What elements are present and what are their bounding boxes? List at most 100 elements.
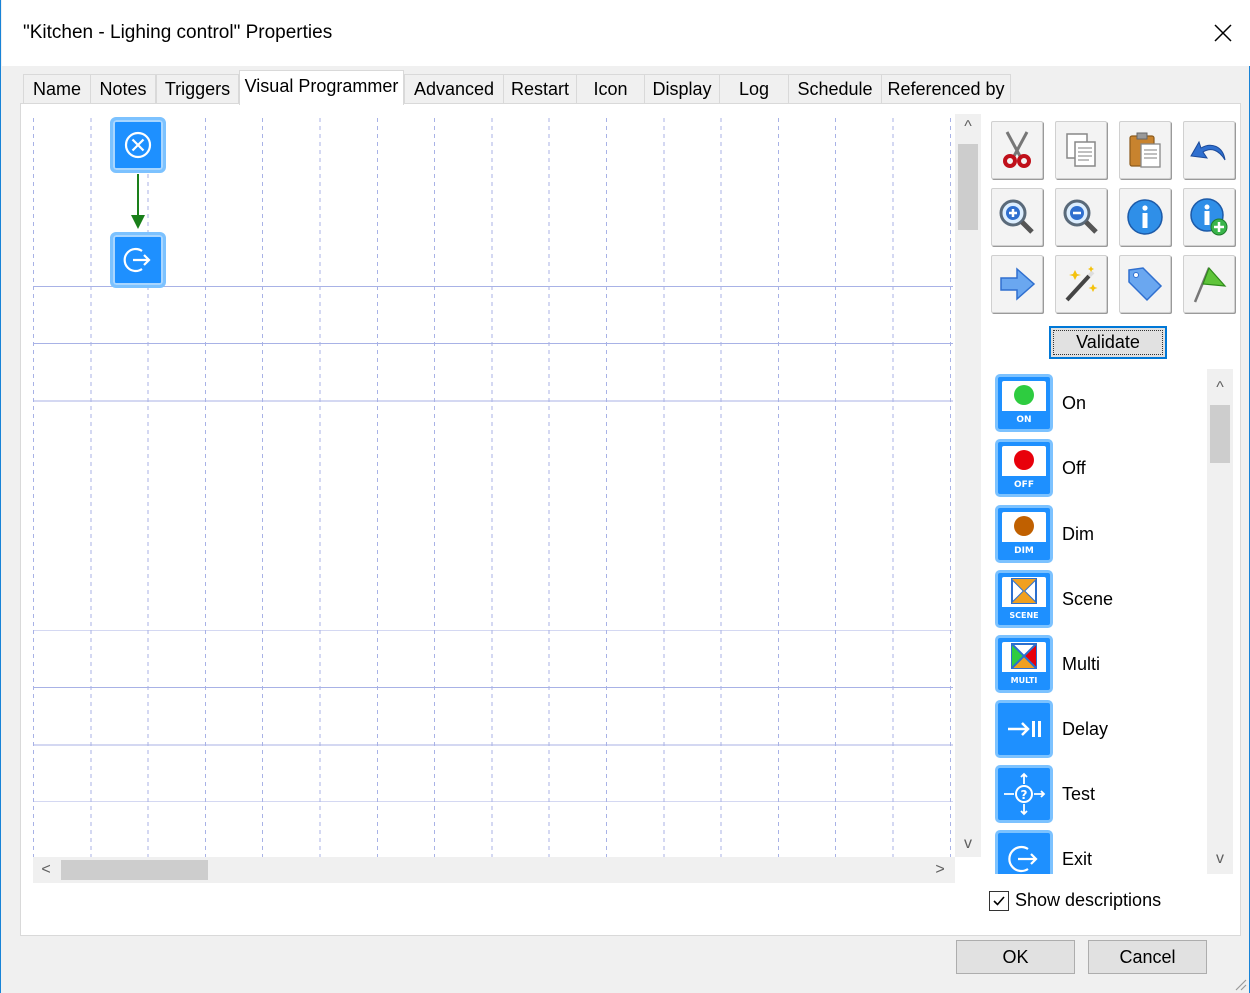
palette-item-dim[interactable]: DIM Dim	[995, 505, 1205, 565]
zoom-in-button[interactable]	[991, 188, 1043, 246]
palette-item-scene[interactable]: SCENE Scene	[995, 570, 1205, 630]
scroll-down-icon[interactable]: v	[955, 831, 981, 857]
scene-icon: SCENE	[995, 570, 1053, 628]
palette-vertical-scrollbar[interactable]: ^ v	[1207, 369, 1233, 874]
tab-label: Schedule	[797, 79, 873, 99]
test-graphic: ?	[1004, 772, 1046, 816]
scroll-down-icon[interactable]: v	[1207, 846, 1233, 872]
resize-grip-icon[interactable]	[1233, 977, 1247, 991]
show-descriptions-checkbox[interactable]: Show descriptions	[989, 890, 1161, 911]
palette-item-label: On	[1062, 393, 1087, 413]
tab-label: Name	[32, 79, 81, 99]
scroll-thumb[interactable]	[61, 860, 208, 880]
scroll-left-icon[interactable]: <	[33, 857, 59, 883]
bulb-graphic: DIM	[1002, 516, 1046, 556]
info-icon	[1127, 199, 1163, 235]
palette-item-off[interactable]: OFF Off	[995, 439, 1205, 499]
bulb-graphic: ON	[1002, 385, 1046, 425]
tab-label: Restart	[510, 79, 570, 99]
palette-item-test[interactable]: ? Test	[995, 765, 1205, 825]
tab-advanced[interactable]: Advanced	[404, 74, 504, 104]
cancel-button[interactable]: Cancel	[1088, 940, 1207, 974]
on-bulb-icon: ON	[995, 374, 1053, 432]
zoom-out-button[interactable]	[1055, 188, 1107, 246]
exit-node[interactable]	[110, 232, 166, 288]
tab-label: Display	[652, 79, 712, 99]
start-node[interactable]	[110, 117, 166, 173]
cut-button[interactable]	[991, 121, 1043, 179]
tab-schedule[interactable]: Schedule	[788, 74, 882, 104]
badge-text: ON	[1016, 415, 1031, 425]
palette-item-label: Exit	[1062, 849, 1093, 869]
validate-button[interactable]: Validate	[1049, 326, 1167, 359]
tab-label: Triggers	[164, 79, 231, 99]
paste-button[interactable]	[1119, 121, 1171, 179]
tab-notes[interactable]: Notes	[90, 74, 156, 104]
tab-label: Referenced by	[887, 79, 1005, 99]
badge-text: SCENE	[1009, 611, 1038, 620]
arrow-button[interactable]	[991, 255, 1043, 313]
tab-label: Advanced	[413, 79, 495, 99]
palette-item-multi[interactable]: MULTI Multi	[995, 635, 1205, 695]
info-add-button[interactable]	[1183, 188, 1235, 246]
program-canvas[interactable]	[33, 114, 953, 857]
info-button[interactable]	[1119, 188, 1171, 246]
exit-graphic	[1008, 845, 1038, 873]
tab-display[interactable]: Display	[644, 74, 720, 104]
palette-item-label: Dim	[1062, 524, 1094, 544]
test-icon: ?	[995, 765, 1053, 823]
undo-icon	[1190, 140, 1226, 161]
scroll-up-icon[interactable]: ^	[1207, 375, 1233, 401]
tag-button[interactable]	[1119, 255, 1171, 313]
multi-graphic: MULTI	[1002, 643, 1046, 686]
ok-button[interactable]: OK	[956, 940, 1075, 974]
canvas-horizontal-scrollbar[interactable]: < >	[33, 857, 955, 883]
tab-referenced-by[interactable]: Referenced by	[881, 74, 1011, 104]
tab-triggers[interactable]: Triggers	[156, 74, 239, 104]
delay-icon	[995, 700, 1053, 758]
cancel-label: Cancel	[1119, 947, 1176, 967]
tab-icon[interactable]: Icon	[576, 74, 645, 104]
scene-graphic: SCENE	[1002, 578, 1046, 621]
scroll-right-icon[interactable]: >	[927, 857, 953, 883]
tab-restart[interactable]: Restart	[503, 74, 577, 104]
connection-arrow	[131, 174, 145, 229]
tab-visual-programmer[interactable]: Visual Programmer	[239, 70, 404, 105]
canvas-vertical-scrollbar[interactable]: ^ v	[955, 114, 981, 857]
exit-icon	[995, 830, 1053, 874]
action-palette[interactable]: ON On OFF Off DIM Dim SCENE Scene MULTI …	[989, 369, 1221, 874]
window-title: "Kitchen - Lighing control" Properties	[23, 22, 333, 43]
close-icon	[1214, 24, 1232, 42]
scroll-thumb[interactable]	[958, 144, 978, 230]
tab-label: Notes	[99, 79, 147, 99]
tab-name[interactable]: Name	[23, 74, 91, 104]
svg-text:?: ?	[1021, 788, 1028, 802]
scroll-thumb[interactable]	[1210, 405, 1230, 463]
flag-icon	[1193, 266, 1227, 303]
close-button[interactable]	[1200, 10, 1246, 56]
palette-item-on[interactable]: ON On	[995, 374, 1205, 434]
cut-icon	[1003, 131, 1031, 168]
tab-log[interactable]: Log	[719, 74, 789, 104]
grid-dash-overlay	[33, 114, 953, 857]
properties-dialog: "Kitchen - Lighing control" Properties N…	[0, 0, 1250, 993]
magic-wand-button[interactable]	[1055, 255, 1107, 313]
scroll-up-icon[interactable]: ^	[955, 114, 981, 140]
tab-label: Visual Programmer	[244, 76, 399, 96]
copy-button[interactable]	[1055, 121, 1107, 179]
title-bar: "Kitchen - Lighing control" Properties	[2, 0, 1250, 66]
zoom-out-icon	[1063, 199, 1098, 234]
checkbox-box[interactable]	[989, 890, 1009, 911]
arrow-right-icon	[1000, 267, 1036, 301]
copy-icon	[1066, 133, 1096, 167]
badge-text: OFF	[1014, 480, 1034, 490]
palette-item-exit[interactable]: Exit	[995, 830, 1205, 874]
undo-button[interactable]	[1183, 121, 1235, 179]
off-bulb-icon: OFF	[995, 439, 1053, 497]
badge-text: MULTI	[1011, 676, 1038, 685]
palette-item-delay[interactable]: Delay	[995, 700, 1205, 760]
palette-item-label: Scene	[1062, 589, 1114, 609]
flag-button[interactable]	[1183, 255, 1235, 313]
paste-icon	[1129, 132, 1161, 168]
checkmark-icon	[993, 895, 1005, 906]
